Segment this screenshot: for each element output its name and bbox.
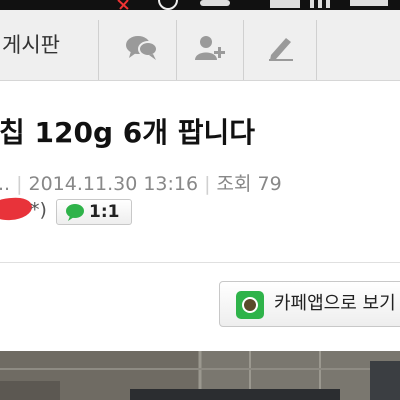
chat-bubbles-button[interactable]: [113, 20, 171, 75]
chat-button-label: 1:1: [89, 202, 120, 222]
content-divider: [0, 262, 400, 263]
meta-divider: |: [16, 173, 23, 195]
status-bar: [0, 0, 400, 10]
toolbar-divider: [316, 20, 317, 80]
status-icons: [117, 0, 388, 10]
post-photo: [0, 351, 400, 400]
post-content: 칩 120g 6개 팝니다 ..|2014.11.30 13:16|조회 79 …: [0, 81, 400, 351]
toolbar-divider: [98, 20, 99, 80]
green-chat-icon: [66, 204, 84, 221]
toolbar-divider: [243, 20, 244, 80]
redacted-author-scribble: [0, 196, 33, 222]
author-suffix: *): [30, 199, 47, 221]
post-title: 칩 120g 6개 팝니다: [0, 116, 256, 149]
toolbar-divider: [176, 20, 177, 80]
board-toolbar: 게시판: [0, 10, 400, 81]
meta-divider: |: [204, 173, 211, 195]
pencil-icon: [269, 37, 293, 61]
board-title: 게시판: [2, 33, 60, 57]
chat-bubbles-icon: [126, 35, 158, 60]
open-in-cafe-app-button[interactable]: 카페앱으로 보기: [219, 281, 400, 327]
add-user-button[interactable]: [182, 20, 240, 75]
open-in-app-label: 카페앱으로 보기: [274, 293, 396, 314]
post-author[interactable]: ..: [0, 173, 10, 195]
add-user-icon: [195, 35, 225, 60]
cafe-app-icon: [236, 291, 264, 319]
write-post-button[interactable]: [251, 20, 309, 75]
post-views: 조회 79: [216, 173, 282, 195]
post-date: 2014.11.30 13:16: [28, 173, 199, 195]
one-on-one-chat-button[interactable]: 1:1: [56, 199, 132, 225]
post-meta: ..|2014.11.30 13:16|조회 79: [0, 169, 282, 196]
